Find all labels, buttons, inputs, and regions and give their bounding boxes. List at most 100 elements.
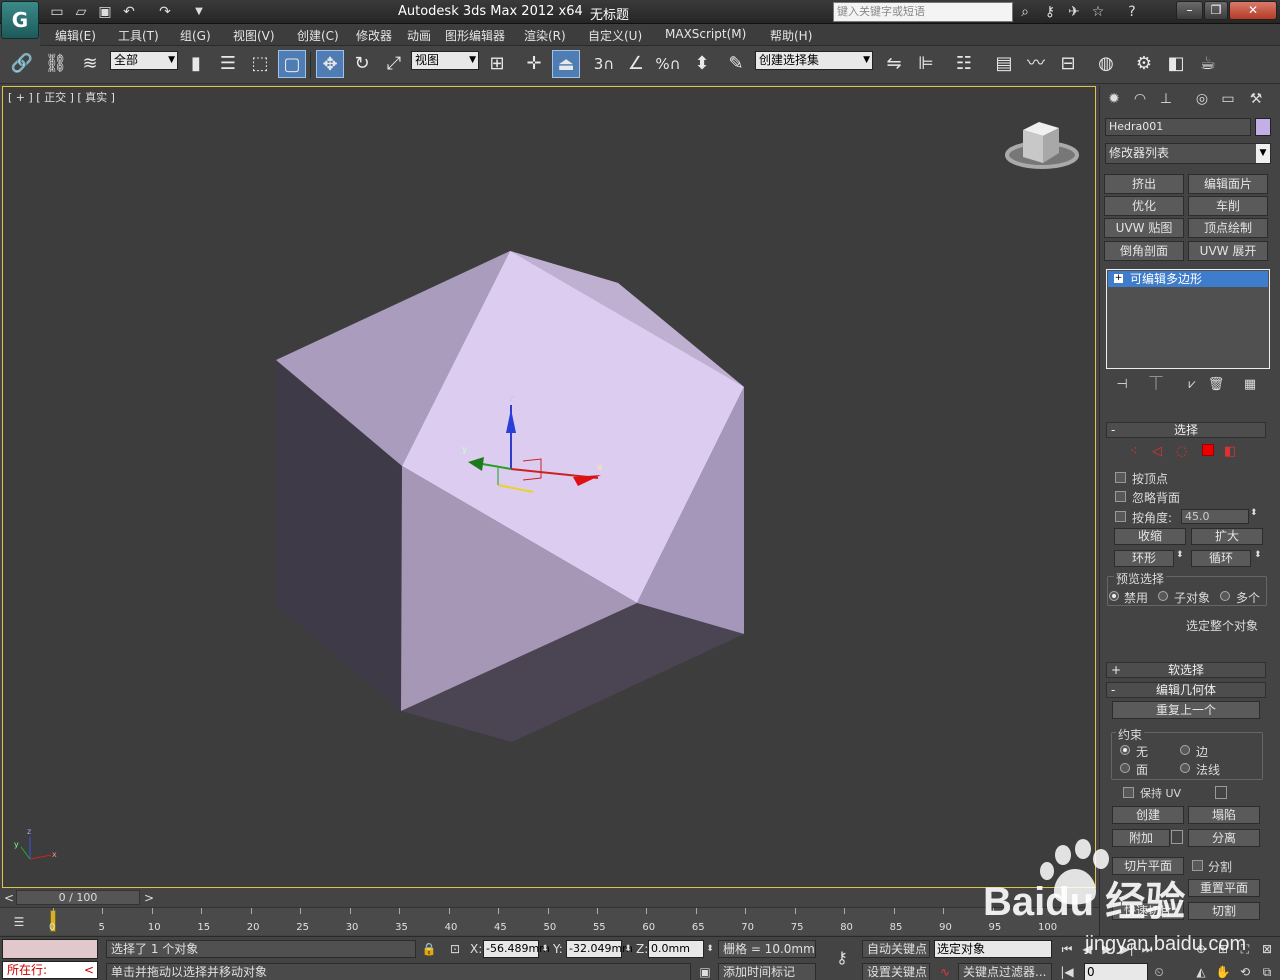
keyboard-shortcut-override-icon[interactable]: ⏏ [552,50,580,78]
maxscript-listener-mini[interactable] [2,939,98,959]
edit-geometry-rollout-header[interactable]: - 编辑几何体 [1106,682,1266,698]
optimize-modifier-button[interactable]: 优化 [1104,196,1184,216]
preview-multi-radio[interactable] [1220,591,1230,601]
lathe-modifier-button[interactable]: 车削 [1188,196,1268,216]
time-tag-icon[interactable]: ▣ [696,963,714,980]
reset-plane-button[interactable]: 重置平面 [1188,879,1260,897]
repeat-last-button[interactable]: 重复上一个 [1112,701,1260,719]
stack-item-editable-poly[interactable]: + 可编辑多边形 [1108,271,1268,287]
prev-frame-icon[interactable]: ◀ [1078,940,1096,958]
uvw-map-modifier-button[interactable]: UVW 贴图 [1104,218,1184,238]
unwrap-uvw-modifier-button[interactable]: UVW 展开 [1188,241,1268,261]
viewport-label-menu[interactable]: [ + ] [ 正交 ] [ 真实 ] [8,89,115,105]
vertex-paint-modifier-button[interactable]: 顶点绘制 [1188,218,1268,238]
align-icon[interactable]: ⊫ [912,50,940,78]
make-unique-icon[interactable]: ⩗ [1182,376,1202,394]
polygon-mode-icon[interactable] [1202,444,1214,456]
cut-button[interactable]: 切割 [1188,902,1260,920]
unlink-icon[interactable]: ⛓ [42,50,70,78]
render-teapot-icon[interactable]: ☕ [1194,50,1222,78]
detach-button[interactable]: 分离 [1188,829,1260,847]
display-tab-icon[interactable]: ▭ [1217,88,1239,110]
constraint-normal-radio[interactable] [1180,763,1190,773]
menu-view[interactable]: 视图(V) [233,27,275,44]
add-time-tag-field[interactable]: 添加时间标记 [718,963,816,980]
percent-snap-icon[interactable]: %∩ [654,50,682,78]
hierarchy-tab-icon[interactable]: ⊥ [1155,88,1177,110]
collapse-button[interactable]: 塌陷 [1188,806,1260,824]
split-checkbox[interactable] [1192,860,1203,871]
undo-icon[interactable]: ↶ [120,3,138,21]
preview-subobject-radio[interactable] [1158,591,1168,601]
menu-group[interactable]: 组(G) [180,27,211,44]
perspective-viewport[interactable]: z y x z x y [ + ] [ 正交 ] [ 真实 ] [2,86,1096,888]
show-end-result-icon[interactable]: ⏉ [1146,376,1166,394]
goto-start-icon[interactable]: ⏮ [1058,940,1076,958]
pan-view-icon[interactable]: ✋ [1214,963,1232,980]
zoom-extents-icon[interactable]: ⛶ [1236,940,1254,958]
maximize-button[interactable]: ❐ [1204,1,1228,20]
select-object-icon[interactable]: ▮ [182,50,210,78]
quick-access-dropdown-icon[interactable]: ▼ [190,3,208,21]
key-mode-toggle-icon[interactable]: |◀ [1058,963,1076,980]
goto-end-icon[interactable]: ⏭ [1138,940,1156,958]
zoom-all-icon[interactable]: ⊞ [1214,940,1232,958]
schematic-view-icon[interactable]: ⊟ [1054,50,1082,78]
communication-icon[interactable]: ✈ [1064,3,1084,21]
selection-lock-icon[interactable]: 🔒 [420,940,438,958]
z-coordinate-field[interactable]: 0.0mm [648,940,704,958]
by-vertex-checkbox[interactable] [1115,472,1126,483]
expand-plus-icon[interactable]: + [1114,274,1123,283]
selection-rollout-header[interactable]: - 选择 [1106,422,1266,438]
menu-tools[interactable]: 工具(T) [118,27,159,44]
menu-customize[interactable]: 自定义(U) [588,27,642,44]
binoculars-icon[interactable]: ⌕ [1015,3,1035,21]
key-filters-button[interactable]: 关键点过滤器... [958,963,1052,980]
next-frame-icon[interactable]: ▶| [1118,940,1136,958]
zoom-extents-all-icon[interactable]: ⊠ [1258,940,1276,958]
link-icon[interactable]: 🔗 [8,50,36,78]
x-spinner-icon[interactable]: ⬍ [539,940,551,958]
menu-maxscript[interactable]: MAXScript(M) [665,27,746,41]
mini-curve-editor-icon[interactable]: ☰ [10,913,28,931]
snaps-toggle-icon[interactable]: 3∩ [590,50,618,78]
window-crossing-icon[interactable]: ▢ [278,50,306,78]
track-bar[interactable]: ☰ 0 5 10 15 20 25 30 35 40 45 50 55 60 65 70 75 80 85 90 95… [0,907,1099,935]
current-frame-field[interactable]: 0 [1084,963,1148,980]
object-color-swatch[interactable] [1255,118,1271,136]
save-file-icon[interactable]: ▣ [96,3,114,21]
mirror-icon[interactable]: ⇋ [880,50,908,78]
extrude-modifier-button[interactable]: 挤出 [1104,174,1184,194]
select-and-scale-icon[interactable]: ⤢ [380,50,408,78]
attach-list-icon[interactable] [1171,830,1183,844]
material-editor-icon[interactable]: ◍ [1092,50,1120,78]
menu-animation[interactable]: 动画 [407,27,431,44]
edit-patch-modifier-button[interactable]: 编辑面片 [1188,174,1268,194]
auto-key-button[interactable]: 自动关键点 [862,940,930,958]
menu-edit[interactable]: 编辑(E) [55,27,96,44]
time-slider-thumb[interactable]: 0 / 100 [16,890,140,905]
select-and-rotate-icon[interactable]: ↻ [348,50,376,78]
utilities-tab-icon[interactable]: ⚒ [1245,88,1267,110]
curve-editor-icon[interactable]: 〰 [1022,50,1050,78]
create-tab-icon[interactable]: ✹ [1103,88,1125,110]
menu-rendering[interactable]: 渲染(R) [524,27,566,44]
time-configuration-icon[interactable]: ⏲ [1150,963,1168,980]
constraint-none-radio[interactable] [1120,745,1130,755]
constraint-face-radio[interactable] [1120,763,1130,773]
spinner-snap-icon[interactable]: ⬍ [688,50,716,78]
preserve-uv-checkbox[interactable] [1123,787,1134,798]
pin-stack-icon[interactable]: ⊣ [1112,376,1132,394]
y-coordinate-field[interactable]: -32.049mm [566,940,633,958]
named-selection-dropdown[interactable]: 创建选择集 ▼ [755,51,873,70]
spinner-arrows-icon[interactable]: ⬍ [1250,508,1258,518]
quickslice-button[interactable]: 快速切片 [1112,902,1184,920]
edge-mode-icon[interactable]: ◁ [1152,444,1162,459]
loop-spinner-icon[interactable]: ⬍ [1254,550,1262,560]
by-angle-checkbox[interactable] [1115,511,1126,522]
ring-spinner-icon[interactable]: ⬍ [1176,550,1184,560]
soft-selection-rollout-header[interactable]: + 软选择 [1106,662,1266,678]
view-cube[interactable] [1005,122,1079,169]
select-by-name-icon[interactable]: ☰ [214,50,242,78]
redo-icon[interactable]: ↷ [156,3,174,21]
